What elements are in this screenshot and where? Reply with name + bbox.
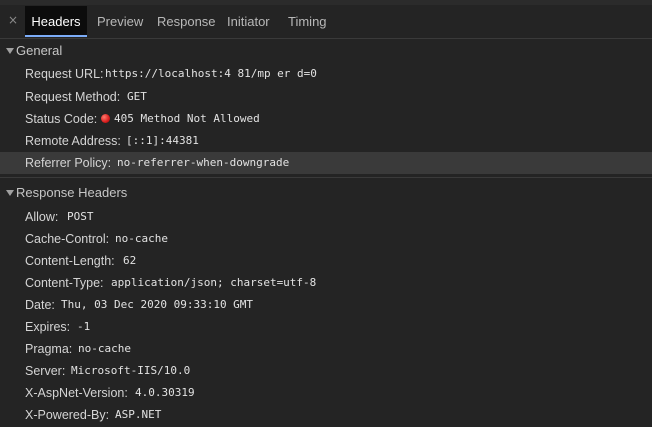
response-header-row: Pragma: no-cache (0, 338, 652, 360)
response-header-row: Date: Thu, 03 Dec 2020 09:33:10 GMT (0, 294, 652, 316)
header-value: application/json; charset=utf-8 (111, 276, 317, 289)
tab-headers[interactable]: Headers (25, 6, 87, 37)
expand-triangle-icon[interactable] (6, 48, 14, 54)
header-value: ASP.NET (115, 408, 162, 421)
header-value: https://localhost:4 81/mp er d=0 (105, 67, 317, 80)
header-value: no-cache (115, 232, 168, 245)
tab-bar: × Headers Preview Response Initiator Tim… (0, 0, 652, 39)
header-key: Remote Address: (25, 134, 121, 148)
header-key: X-Powered-By: (25, 408, 110, 422)
header-value: POST (67, 210, 94, 223)
tab-timing[interactable]: Timing (288, 6, 327, 37)
header-key: Pragma: (25, 342, 73, 356)
header-key: Date: (25, 298, 55, 312)
header-key: Cache-Control: (25, 232, 110, 246)
general-row-remote-address: Remote Address: [::1]:44381 (0, 130, 652, 152)
tab-response[interactable]: Response (157, 6, 216, 37)
section-title-general: General (16, 43, 63, 58)
general-row-status-code: Status Code: 405 Method Not Allowed (0, 108, 652, 130)
header-value: no-referrer-when-downgrade (117, 156, 290, 169)
tab-bar-top-strip (0, 0, 652, 5)
header-key: X-AspNet-Version: (25, 386, 128, 400)
header-key: Content-Type: (25, 276, 104, 290)
response-header-row: Cache-Control: no-cache (0, 228, 652, 250)
header-value: GET (127, 90, 147, 103)
header-value-wrapper: 405 Method Not Allowed (101, 108, 260, 130)
header-value: Microsoft-IIS/10.0 (71, 364, 191, 377)
header-value: 62 (123, 254, 137, 267)
status-error-icon (101, 114, 110, 123)
close-icon[interactable]: × (6, 13, 20, 27)
tab-preview[interactable]: Preview (97, 6, 143, 37)
header-key: Content-Length: (25, 254, 115, 268)
section-divider (0, 177, 652, 178)
header-value: no-cache (78, 342, 131, 355)
section-response-headers-header[interactable]: Response Headers (0, 182, 652, 204)
header-value: Thu, 03 Dec 2020 09:33:10 GMT (61, 298, 254, 311)
header-value: 4.0.30319 (135, 386, 195, 399)
response-header-row: Server: Microsoft-IIS/10.0 (0, 360, 652, 382)
section-general-header[interactable]: General (0, 40, 652, 62)
general-row-request-method: Request Method: GET (0, 86, 652, 108)
header-value: -1 (77, 320, 91, 333)
header-value: 405 Method Not Allowed (114, 112, 260, 125)
header-value: [::1]:44381 (126, 134, 199, 147)
response-header-row: Allow: POST (0, 206, 652, 228)
header-key: Request URL: (25, 67, 104, 81)
header-key: Expires: (25, 320, 71, 334)
response-header-row: Content-Type: application/json; charset=… (0, 272, 652, 294)
response-header-row: X-Powered-By: ASP.NET (0, 404, 652, 426)
general-row-referrer-policy[interactable]: Referrer Policy: no-referrer-when-downgr… (0, 152, 652, 174)
response-header-row: Content-Length: 62 (0, 250, 652, 272)
header-key: Status Code: (25, 112, 98, 126)
general-row-request-url: Request URL: https://localhost:4 81/mp e… (0, 63, 652, 85)
header-key: Server: (25, 364, 66, 378)
header-key: Allow: (25, 210, 59, 224)
section-title-response-headers: Response Headers (16, 185, 128, 200)
response-header-row: Expires: -1 (0, 316, 652, 338)
header-key: Referrer Policy: (25, 156, 112, 170)
expand-triangle-icon[interactable] (6, 190, 14, 196)
tab-initiator[interactable]: Initiator (227, 6, 270, 37)
header-key: Request Method: (25, 90, 121, 104)
response-header-row: X-AspNet-Version: 4.0.30319 (0, 382, 652, 404)
